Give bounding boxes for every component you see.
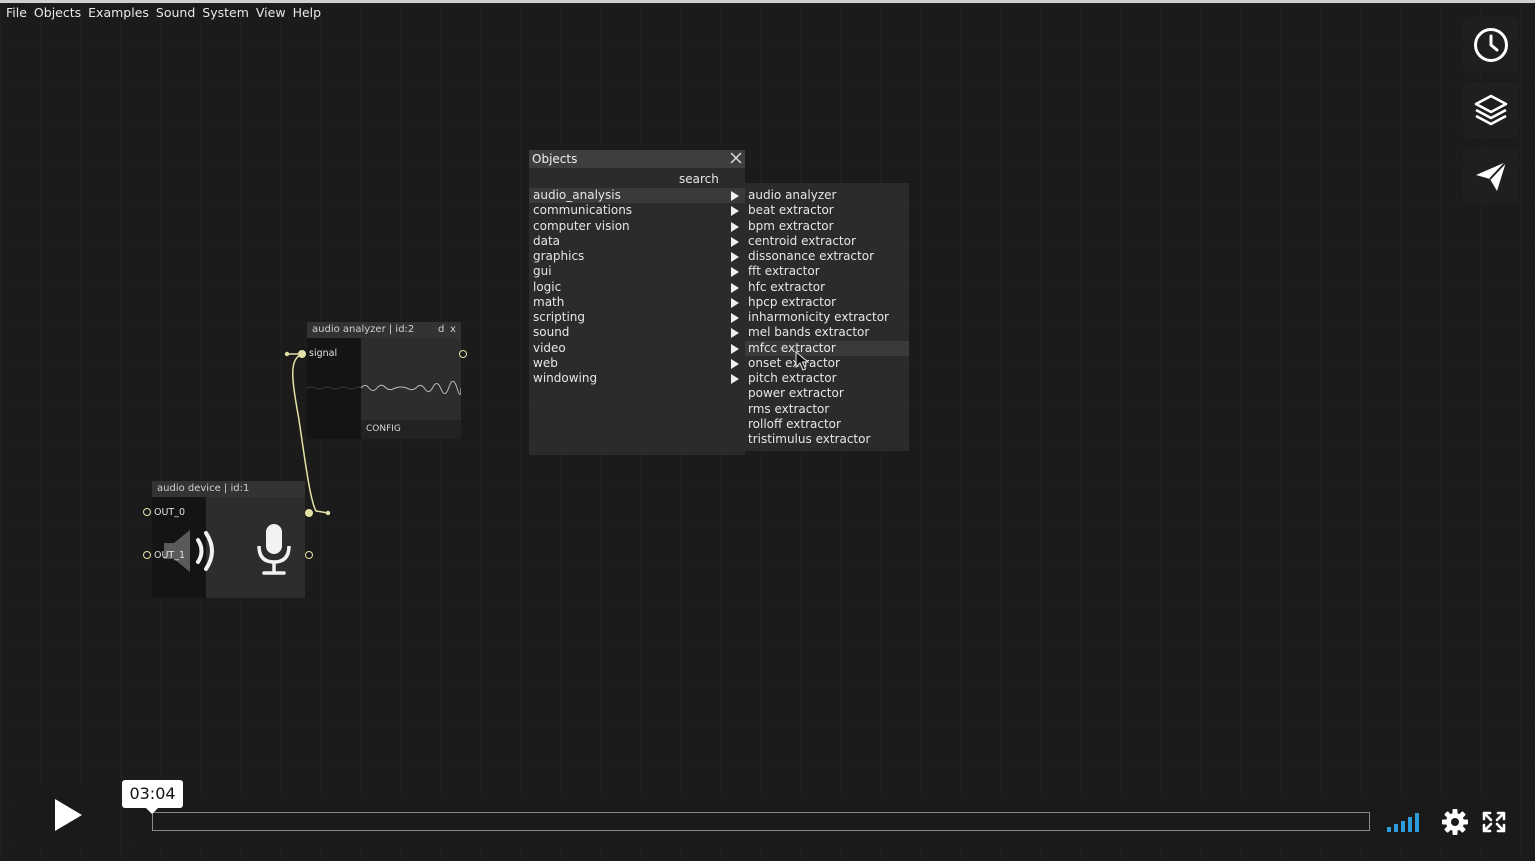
microphone-icon (257, 524, 291, 575)
signal-inlet-label: signal (309, 348, 338, 359)
submenu-item[interactable]: onset extractor (745, 356, 909, 371)
config-label: CONFIG (366, 424, 401, 434)
submenu-item[interactable]: rms extractor (745, 402, 909, 417)
settings-gear-icon[interactable] (1441, 808, 1469, 836)
category-label: scripting (533, 310, 585, 324)
category-label: gui (533, 264, 552, 279)
submenu-item[interactable]: inharmonicity extractor (745, 310, 909, 325)
submenu-arrow-icon (731, 313, 739, 323)
submenu-item[interactable]: beat extractor (745, 203, 909, 218)
submenu-item[interactable]: dissonance extractor (745, 249, 909, 264)
objects-dialog: Objects search audio_analysis communicati… (529, 150, 745, 455)
volume-icon[interactable] (1386, 811, 1426, 833)
category-submenu: audio analyzer beat extractor bpm extracto… (745, 183, 909, 451)
fullscreen-icon[interactable] (1482, 811, 1506, 833)
submenu-item[interactable]: fft extractor (745, 264, 909, 279)
category-item[interactable]: audio_analysis (529, 188, 745, 204)
submenu-item[interactable]: centroid extractor (745, 234, 909, 249)
objects-dialog-titlebar[interactable]: Objects (529, 150, 745, 168)
analyzer-outlet-port[interactable] (459, 350, 467, 358)
signal-inlet-port[interactable] (298, 350, 306, 358)
submenu-arrow-icon (731, 282, 739, 293)
category-item[interactable]: windowing (529, 371, 745, 386)
submenu-arrow-icon (731, 358, 739, 369)
play-icon (55, 799, 82, 831)
submenu-item[interactable]: mel bands extractor (745, 325, 909, 340)
out-0-port[interactable] (143, 508, 151, 516)
out-0-label: OUT_0 (154, 507, 186, 518)
submenu-item[interactable]: mfcc extractor (745, 340, 909, 356)
category-item[interactable]: computer vision (529, 219, 745, 234)
submenu-arrow-icon (731, 252, 739, 262)
device-outlet-1-port[interactable] (305, 551, 313, 559)
submenu-item[interactable]: pitch extractor (745, 371, 909, 386)
video-progress-bar[interactable] (152, 812, 1370, 831)
category-item[interactable]: communications (529, 203, 745, 218)
category-item[interactable]: scripting (529, 310, 745, 325)
category-label: logic (533, 279, 562, 294)
category-item[interactable]: video (529, 341, 745, 356)
objects-dialog-title: Objects (532, 152, 578, 166)
category-label: communications (533, 203, 633, 218)
objects-search-field[interactable]: search (679, 172, 719, 186)
submenu-arrow-icon (731, 236, 739, 247)
device-outlet-0-port[interactable] (305, 509, 313, 517)
category-item[interactable]: data (529, 234, 745, 249)
category-label: web (533, 355, 558, 370)
category-item[interactable]: math (529, 295, 745, 310)
category-item[interactable]: gui (529, 264, 745, 279)
out-1-port[interactable] (143, 551, 151, 559)
node-close-button[interactable]: x (450, 322, 456, 338)
category-item[interactable]: logic (529, 280, 745, 295)
submenu-item[interactable]: hfc extractor (745, 280, 909, 295)
submenu-arrow-icon (731, 297, 739, 308)
config-button[interactable]: CONFIG (361, 420, 461, 439)
submenu-item[interactable]: audio analyzer (745, 188, 909, 203)
category-list: audio_analysis communications computer vis… (529, 188, 745, 386)
mouse-cursor-icon (795, 350, 810, 371)
category-label: audio_analysis (533, 188, 621, 202)
category-label: sound (533, 325, 570, 340)
submenu-arrow-icon (731, 191, 739, 201)
close-icon[interactable] (729, 151, 743, 165)
play-button[interactable] (16, 784, 120, 846)
category-label: math (533, 294, 565, 309)
category-item[interactable]: sound (529, 325, 745, 340)
category-item[interactable]: web (529, 356, 745, 371)
submenu-item[interactable]: power extractor (745, 386, 909, 401)
submenu-arrow-icon (731, 328, 739, 339)
audio-analyzer-title: audio analyzer | id:2 (312, 324, 415, 335)
analyzer-waveform (307, 380, 461, 395)
category-item[interactable]: graphics (529, 249, 745, 264)
category-label: graphics (533, 249, 585, 263)
submenu-item[interactable]: tristimulus extractor (745, 432, 909, 447)
submenu-arrow-icon (731, 221, 739, 232)
submenu-item[interactable]: rolloff extractor (745, 417, 909, 432)
audio-analyzer-titlebar[interactable]: audio analyzer | id:2 d x (307, 322, 461, 338)
out-1-label: OUT_1 (154, 550, 186, 561)
audio-device-titlebar[interactable]: audio device | id:1 (152, 481, 305, 497)
category-label: computer vision (533, 218, 630, 233)
submenu-arrow-icon (731, 206, 739, 217)
submenu-arrow-icon (731, 374, 739, 384)
node-d-button[interactable]: d (438, 322, 444, 338)
submenu-arrow-icon (731, 267, 739, 278)
submenu-arrow-icon (731, 343, 739, 354)
audio-device-title: audio device | id:1 (157, 483, 250, 494)
submenu-list: audio analyzer beat extractor bpm extracto… (745, 188, 909, 447)
time-tooltip: 03:04 (122, 780, 183, 814)
category-label: video (533, 340, 566, 355)
category-label: windowing (533, 371, 598, 385)
category-label: data (533, 233, 561, 248)
submenu-item[interactable]: bpm extractor (745, 219, 909, 234)
submenu-item[interactable]: hpcp extractor (745, 295, 909, 310)
